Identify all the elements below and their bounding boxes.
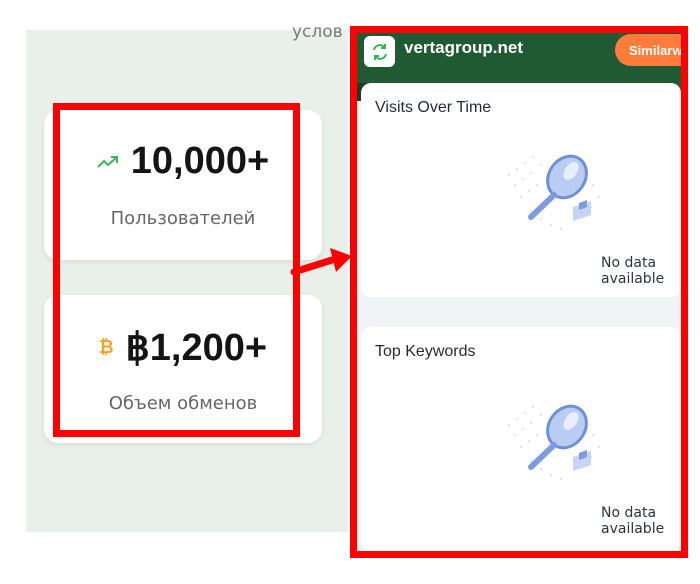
arrow-right-icon (290, 248, 352, 276)
highlight-box-widget (350, 26, 688, 558)
partial-heading-text: услов (292, 22, 343, 42)
highlight-box-stats (53, 103, 300, 437)
